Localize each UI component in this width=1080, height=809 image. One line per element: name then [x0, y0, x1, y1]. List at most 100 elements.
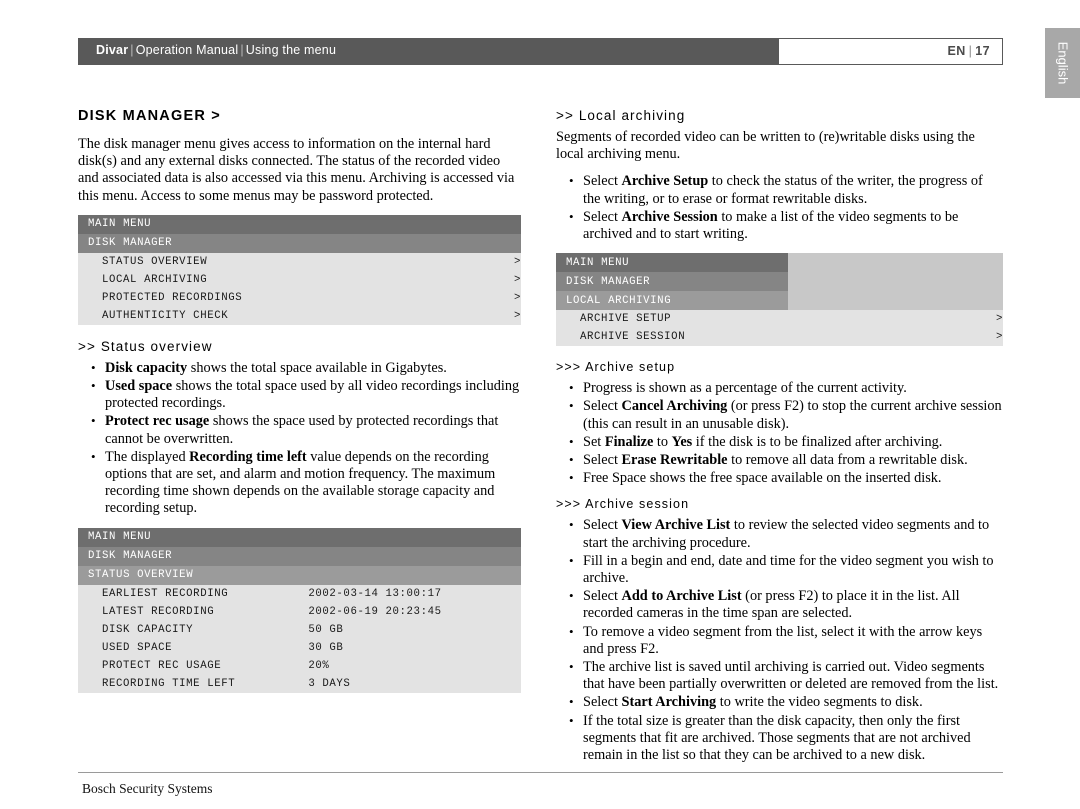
bullet-emphasis: Add to Archive List: [621, 588, 742, 605]
menu-table-status-overview: MAIN MENU DISK MANAGER STATUS OVERVIEW EARL…: [78, 527, 521, 693]
menu-row-label: USED SPACE: [78, 638, 309, 657]
menu-row-arrow: >: [495, 270, 521, 289]
menu-row-label: LOCAL ARCHIVING: [78, 270, 495, 289]
bullet-emphasis: Recording time left: [189, 448, 307, 465]
menu-row-label: PROTECT REC USAGE: [78, 656, 309, 675]
language-side-tab-label: English: [1055, 41, 1070, 85]
local-archiving-bullets: Select Archive Setup to check the status…: [556, 172, 1003, 243]
bullet-text: The displayed: [105, 448, 190, 465]
menu-row[interactable]: DISK CAPACITY 50 GB: [78, 620, 521, 639]
bullet-item: Select Archive Setup to check the status…: [556, 172, 1003, 207]
header-page-box: EN | 17: [778, 38, 1003, 65]
status-overview-heading: >> Status overview: [78, 338, 213, 354]
header-brand: Divar: [96, 43, 129, 57]
menu-row-value: 50 GB: [308, 620, 521, 639]
local-archiving-heading: >> Local archiving: [556, 108, 686, 123]
menu-row[interactable]: MAIN MENU: [78, 214, 521, 234]
menu-row[interactable]: ARCHIVE SESSION >: [556, 328, 1003, 347]
footer-company: Bosch Security Systems: [82, 781, 213, 796]
bullet-text: Select: [583, 398, 622, 415]
menu-row[interactable]: PROTECTED RECORDINGS >: [78, 288, 521, 307]
menu-row[interactable]: USED SPACE 30 GB: [78, 638, 521, 657]
header-breadcrumb: Divar | Operation Manual | Using the menu: [96, 43, 337, 57]
menu-row[interactable]: STATUS OVERVIEW >: [78, 252, 521, 271]
bullet-emphasis: Disk capacity: [105, 359, 188, 376]
bullet-item: The displayed Recording time left value …: [78, 448, 521, 518]
bullet-emphasis: Archive Setup: [621, 173, 709, 190]
bullet-text: shows the total space available in Gigab…: [187, 359, 447, 376]
menu-table-disk-manager-body: MAIN MENU DISK MANAGER STATUS OVERVIEW > LOC…: [78, 214, 521, 325]
bullet-text: Select: [583, 517, 622, 534]
menu-row[interactable]: LOCAL ARCHIVING: [556, 291, 1003, 311]
menu-row-label: EARLIEST RECORDING: [78, 584, 309, 603]
menu-row-label: ARCHIVE SETUP: [556, 310, 789, 329]
menu-row-label: AUTHENTICITY CHECK: [78, 306, 495, 325]
menu-row-label: DISK MANAGER: [78, 546, 309, 566]
bullet-item: To remove a video segment from the list,…: [556, 623, 1003, 658]
bullet-text: If the total size is greater than the di…: [583, 712, 971, 764]
menu-row-label: ARCHIVE SESSION: [556, 328, 789, 347]
bullet-emphasis: Archive Session: [621, 208, 718, 225]
archive-setup-heading: >>> Archive setup: [556, 360, 676, 375]
menu-row-arrow: [495, 233, 521, 253]
bullet-text: The archive list is saved until archivin…: [583, 659, 999, 693]
menu-row-label: LATEST RECORDING: [78, 602, 309, 621]
disk-manager-intro: The disk manager menu gives access to in…: [78, 136, 515, 204]
footer-divider: [78, 772, 1003, 773]
bullet-item: Fill in a begin and end, date and time f…: [556, 552, 1003, 587]
menu-row-value: [308, 546, 521, 566]
bullet-text: Fill in a begin and end, date and time f…: [583, 552, 994, 587]
menu-row-label: LOCAL ARCHIVING: [556, 291, 789, 311]
menu-row[interactable]: DISK MANAGER: [556, 272, 1003, 292]
archive-session-bullets: Select View Archive List to review the s…: [556, 516, 1003, 765]
menu-row-label: DISK MANAGER: [78, 233, 495, 253]
menu-row[interactable]: DISK MANAGER: [78, 546, 521, 566]
bullet-text: To remove a video segment from the list,…: [583, 623, 983, 657]
menu-row[interactable]: LOCAL ARCHIVING >: [78, 270, 521, 289]
menu-row[interactable]: MAIN MENU: [78, 527, 521, 547]
language-side-tab: English: [1045, 28, 1080, 98]
left-column: Disk manager > The disk manager menu giv…: [78, 108, 521, 707]
bullet-text: Select: [583, 694, 622, 711]
menu-row[interactable]: LATEST RECORDING 2002-06-19 20:23:45: [78, 602, 521, 621]
bullet-emphasis: View Archive List: [621, 517, 731, 534]
menu-row[interactable]: ARCHIVE SETUP >: [556, 310, 1003, 329]
bullet-emphasis: Used space: [105, 378, 173, 395]
menu-row-label: PROTECTED RECORDINGS: [78, 288, 495, 307]
bullet-text: Select: [583, 588, 622, 605]
menu-row-arrow: >: [495, 252, 521, 271]
page-header: Divar | Operation Manual | Using the menu EN…: [78, 38, 1003, 65]
menu-row[interactable]: PROTECT REC USAGE 20%: [78, 656, 521, 675]
menu-row-label: MAIN MENU: [78, 527, 309, 547]
bullet-item: Select Start Archiving to write the vide…: [556, 693, 1003, 711]
header-page-number: 17: [975, 44, 990, 58]
menu-row[interactable]: RECORDING TIME LEFT 3 DAYS: [78, 674, 521, 693]
menu-row-arrow: >: [495, 288, 521, 307]
bullet-emphasis: Start Archiving: [621, 694, 717, 711]
menu-row[interactable]: STATUS OVERVIEW: [78, 565, 521, 585]
menu-row[interactable]: EARLIEST RECORDING 2002-03-14 13:00:17: [78, 584, 521, 603]
menu-row-label: MAIN MENU: [78, 214, 495, 234]
archive-setup-bullets: Progress is shown as a percentage of the…: [556, 379, 1003, 487]
menu-row[interactable]: DISK MANAGER: [78, 233, 521, 253]
menu-row-value: 2002-03-14 13:00:17: [308, 584, 521, 603]
bullet-item: If the total size is greater than the di…: [556, 712, 1003, 765]
bullet-text: to: [653, 433, 672, 450]
menu-row-arrow: [495, 214, 521, 234]
menu-row-label: DISK MANAGER: [556, 272, 789, 292]
menu-row-arrow: [788, 253, 1003, 273]
bullet-item: Disk capacity shows the total space avai…: [78, 359, 521, 377]
menu-row[interactable]: AUTHENTICITY CHECK >: [78, 306, 521, 325]
menu-row-value: [308, 527, 521, 547]
menu-row-arrow: >: [788, 310, 1003, 329]
menu-row-value: 2002-06-19 20:23:45: [308, 602, 521, 621]
bullet-text: if the disk is to be finalized after arc…: [692, 433, 943, 450]
bullet-text: to write the video segments to disk.: [716, 694, 923, 711]
menu-row[interactable]: MAIN MENU: [556, 253, 1003, 273]
bullet-text: Select: [583, 208, 622, 225]
menu-row-label: MAIN MENU: [556, 253, 789, 273]
right-column: >> Local archiving Segments of recorded …: [556, 108, 1003, 774]
menu-row-label: STATUS OVERVIEW: [78, 565, 309, 585]
local-archiving-intro: Segments of recorded video can be writte…: [556, 129, 975, 163]
bullet-item: Free Space shows the free space availabl…: [556, 469, 1003, 487]
